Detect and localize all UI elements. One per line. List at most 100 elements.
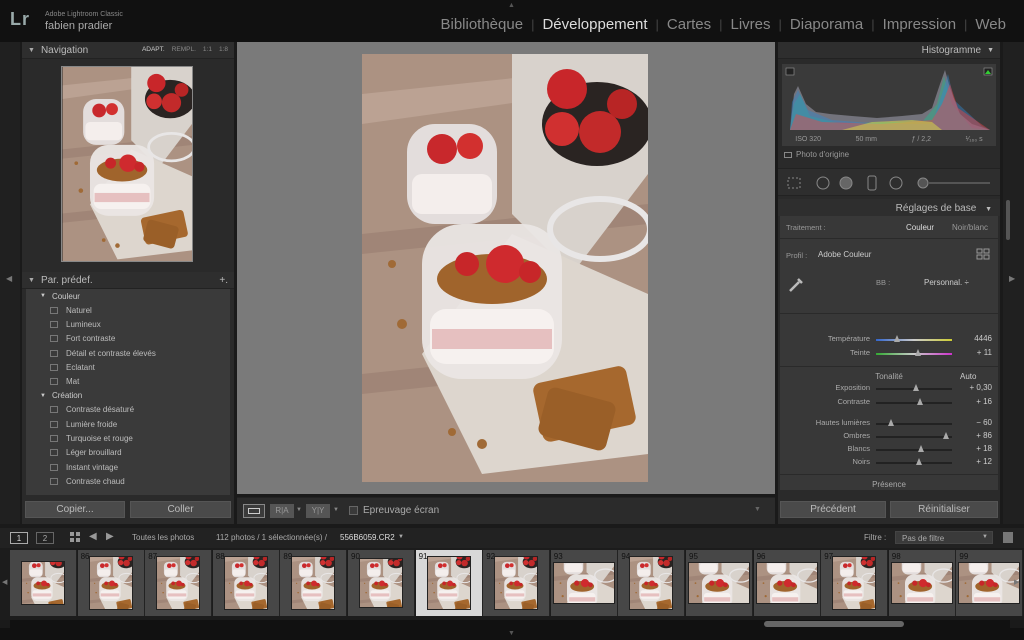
filmstrip-thumbnail[interactable]: 88 bbox=[212, 550, 280, 616]
preset-item[interactable]: Contraste chaud bbox=[26, 474, 230, 488]
monitor-1-button[interactable]: 1 bbox=[10, 532, 28, 544]
scroll-right-icon[interactable]: ▶ bbox=[1014, 578, 1019, 586]
slider-knob[interactable] bbox=[917, 398, 924, 405]
zoom-1-1[interactable]: 1:1 bbox=[203, 46, 212, 53]
treatment-bw[interactable]: Noir/blanc bbox=[952, 223, 988, 232]
preset-item[interactable]: Naturel bbox=[26, 303, 230, 317]
previous-button[interactable]: Précédent bbox=[780, 501, 886, 518]
presets-header[interactable]: ▼ Par. prédef. +. bbox=[22, 272, 234, 289]
original-photo-toggle[interactable]: Photo d'origine bbox=[784, 150, 849, 159]
navigator-preview[interactable] bbox=[61, 66, 193, 262]
preset-group[interactable]: ▼ Création bbox=[26, 389, 230, 403]
copy-button[interactable]: Copier... bbox=[25, 501, 125, 518]
collapse-triangle-icon[interactable]: ▼ bbox=[987, 47, 994, 54]
chevron-down-icon[interactable]: ▼ bbox=[296, 507, 302, 513]
right-panel-toggle[interactable]: ▶ bbox=[1003, 42, 1024, 524]
slider-knob[interactable] bbox=[915, 458, 922, 465]
filename[interactable]: 556B6059.CR2 bbox=[340, 533, 395, 542]
slider-value[interactable]: + 0,30 bbox=[970, 383, 992, 392]
slider-value[interactable]: − 60 bbox=[976, 418, 992, 427]
collapse-left-icon[interactable]: ◀ bbox=[6, 274, 12, 283]
filmstrip-thumbnail[interactable]: 94 bbox=[618, 550, 686, 616]
slider-knob[interactable] bbox=[914, 349, 921, 356]
preset-item[interactable]: Fort contraste bbox=[26, 332, 230, 346]
slider-value[interactable]: + 11 bbox=[977, 348, 992, 357]
profile-browser-icon[interactable] bbox=[976, 248, 990, 260]
grid-icon[interactable] bbox=[70, 532, 81, 543]
left-panel-toggle[interactable]: ◀ bbox=[0, 42, 20, 524]
zoom-fit[interactable]: ADAPT. bbox=[142, 46, 165, 53]
auto-button[interactable]: Auto bbox=[960, 372, 976, 381]
preset-item[interactable]: Lumineux bbox=[26, 317, 230, 331]
slider-knob[interactable] bbox=[894, 335, 901, 342]
forward-arrow-icon[interactable]: ▶ bbox=[106, 531, 114, 542]
loupe-view-button[interactable] bbox=[243, 504, 265, 518]
histogram-header[interactable]: Histogramme ▼ bbox=[778, 42, 1000, 59]
chevron-down-icon[interactable]: ▼ bbox=[398, 534, 404, 540]
slider-knob[interactable] bbox=[913, 384, 920, 391]
basic-header[interactable]: Réglages de base ▼ bbox=[778, 199, 1000, 216]
preset-item[interactable]: Contraste désaturé bbox=[26, 403, 230, 417]
module-3[interactable]: Livres bbox=[723, 16, 779, 33]
histogram[interactable] bbox=[782, 64, 996, 146]
wb-value[interactable]: Personnal. ÷ bbox=[924, 278, 969, 287]
module-0[interactable]: Bibliothèque bbox=[432, 16, 531, 33]
module-6[interactable]: Web bbox=[967, 16, 1014, 33]
checkbox-icon[interactable] bbox=[784, 151, 792, 158]
filmstrip-thumbnail[interactable]: 97 bbox=[821, 550, 889, 616]
toolbar-menu-icon[interactable]: ▼ bbox=[754, 506, 761, 513]
slider-track[interactable] bbox=[876, 462, 952, 464]
back-arrow-icon[interactable]: ◀ bbox=[89, 531, 97, 542]
collapse-right-icon[interactable]: ▶ bbox=[1009, 274, 1015, 283]
collapse-triangle-icon[interactable]: ▼ bbox=[985, 206, 992, 213]
slider-value[interactable]: 4446 bbox=[974, 334, 992, 343]
profile-value[interactable]: Adobe Couleur bbox=[818, 250, 871, 259]
collapse-triangle-icon[interactable]: ▼ bbox=[28, 277, 35, 284]
filter-lock-icon[interactable] bbox=[1003, 532, 1013, 543]
filmstrip-thumbnail[interactable]: 87 bbox=[145, 550, 213, 616]
before-after-lr-button[interactable]: R|A bbox=[270, 504, 294, 518]
treatment-color[interactable]: Couleur bbox=[906, 223, 934, 232]
reset-button[interactable]: Réinitialiser bbox=[890, 501, 998, 518]
module-1[interactable]: Développement bbox=[534, 16, 655, 33]
preset-item[interactable]: Instant vintage bbox=[26, 460, 230, 474]
chevron-down-icon[interactable]: ▼ bbox=[333, 507, 339, 513]
expand-triangle-icon[interactable]: ▼ bbox=[40, 393, 46, 399]
proof-checkbox[interactable] bbox=[349, 506, 358, 515]
filmstrip-thumbnail[interactable]: 95 bbox=[686, 550, 753, 616]
slider-value[interactable]: + 16 bbox=[976, 397, 992, 406]
slider-knob[interactable] bbox=[917, 445, 924, 452]
filmstrip-thumbnail[interactable] bbox=[10, 550, 77, 616]
filmstrip-thumbnail[interactable]: 93 bbox=[550, 550, 618, 616]
source-label[interactable]: Toutes les photos bbox=[132, 533, 194, 542]
slider-knob[interactable] bbox=[888, 419, 895, 426]
slider-track[interactable] bbox=[876, 402, 952, 404]
preset-item[interactable]: Détail et contraste élevés bbox=[26, 346, 230, 360]
navigator-header[interactable]: ▼ Navigation ADAPT. REMPL. 1:1 1:8 bbox=[22, 42, 234, 59]
filmstrip-thumbnail[interactable]: 91 bbox=[415, 550, 483, 616]
collapse-triangle-icon[interactable]: ▼ bbox=[28, 47, 35, 54]
preset-item[interactable]: Mat bbox=[26, 374, 230, 388]
scroll-left-icon[interactable]: ◀ bbox=[2, 578, 7, 586]
collapse-top-icon[interactable]: ▲ bbox=[508, 2, 515, 9]
filter-select[interactable]: Pas de filtre ▼ bbox=[895, 531, 993, 544]
preset-item[interactable]: Eclatant bbox=[26, 360, 230, 374]
filmstrip-thumbnail[interactable]: 96 bbox=[753, 550, 821, 616]
filmstrip-thumbnail[interactable]: 89 bbox=[280, 550, 348, 616]
paste-button[interactable]: Coller bbox=[130, 501, 231, 518]
module-2[interactable]: Cartes bbox=[659, 16, 719, 33]
main-photo[interactable] bbox=[362, 54, 648, 482]
filmstrip-thumbnail[interactable]: 90 bbox=[348, 550, 415, 616]
preset-item[interactable]: Léger brouillard bbox=[26, 446, 230, 460]
preset-group[interactable]: ▼ Couleur bbox=[26, 289, 230, 303]
photo-canvas[interactable] bbox=[237, 42, 775, 494]
before-after-tb-button[interactable]: Y|Y bbox=[306, 504, 330, 518]
slider-track[interactable] bbox=[876, 339, 952, 341]
slider-value[interactable]: + 12 bbox=[976, 457, 992, 466]
panel-scrollbar[interactable] bbox=[1006, 200, 1010, 240]
preset-item[interactable]: Lumière froide bbox=[26, 417, 230, 431]
preset-item[interactable]: Turquoise et rouge bbox=[26, 431, 230, 445]
filmstrip-scroll-thumb[interactable] bbox=[764, 621, 904, 627]
collapse-bottom-icon[interactable]: ▼ bbox=[508, 630, 515, 637]
slider-value[interactable]: + 86 bbox=[976, 431, 992, 440]
